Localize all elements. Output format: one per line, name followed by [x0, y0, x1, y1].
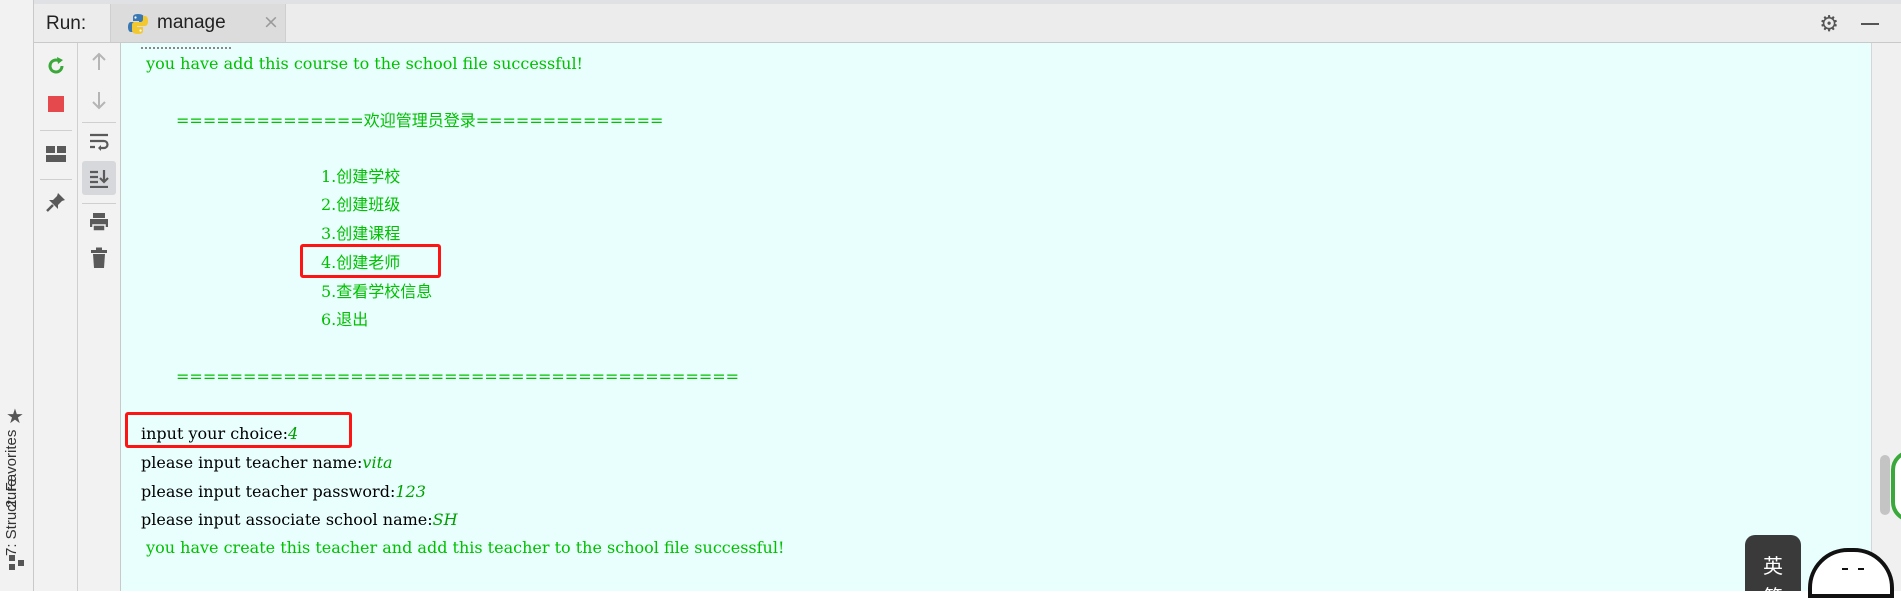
run-label: Run:	[46, 13, 87, 34]
teacher-password-value: 123	[395, 482, 426, 501]
close-tab-icon[interactable]: ×	[263, 11, 279, 33]
teacher-name-prompt: please input teacher name:	[141, 453, 363, 472]
menu-option-1: 1.创建学校	[321, 167, 401, 186]
highlight-box-option-4	[300, 244, 441, 278]
pin-icon[interactable]	[41, 187, 71, 217]
minimize-icon[interactable]	[1861, 23, 1879, 25]
menu-header-line: ==============欢迎管理员登录==============	[176, 111, 664, 130]
python-icon	[128, 14, 148, 34]
scrollbar-thumb[interactable]	[1880, 455, 1890, 515]
school-name-prompt: please input associate school name:	[141, 510, 433, 529]
run-toolbar-primary	[34, 43, 78, 591]
layout-icon[interactable]	[41, 139, 71, 169]
down-arrow-icon[interactable]	[84, 85, 114, 115]
school-name-line: please input associate school name:SH	[141, 510, 458, 530]
menu-option-6: 6.退出	[321, 310, 369, 329]
teacher-name-line: please input teacher name:vita	[141, 453, 393, 473]
soft-wrap-icon[interactable]	[84, 126, 114, 156]
toolbar-separator	[40, 130, 72, 131]
star-icon: ★	[6, 404, 24, 428]
run-tab-manage[interactable]: manage ×	[110, 4, 286, 42]
toolbar-separator	[82, 122, 116, 123]
ime-mode-english: 英	[1763, 554, 1783, 578]
teacher-password-line: please input teacher password:123	[141, 482, 426, 502]
toolbar-separator	[82, 203, 116, 204]
up-arrow-icon[interactable]	[84, 47, 114, 77]
trash-icon[interactable]	[84, 243, 114, 273]
ime-indicator[interactable]: 英 简	[1745, 535, 1801, 609]
run-toolwindow-header: Run: manage × ⚙	[34, 4, 1901, 43]
teacher-password-prompt: please input teacher password:	[141, 482, 396, 501]
gear-icon[interactable]: ⚙	[1819, 12, 1839, 37]
print-icon[interactable]	[84, 207, 114, 237]
ime-mode-simplified: 简	[1763, 585, 1783, 609]
menu-option-5: 5.查看学校信息	[321, 282, 433, 301]
clipped-previous-line	[141, 43, 231, 49]
scroll-to-end-icon[interactable]	[82, 161, 116, 195]
teacher-success-message: you have create this teacher and add thi…	[141, 538, 785, 557]
school-name-value: SH	[432, 510, 458, 529]
menu-footer-line: ========================================…	[176, 367, 740, 386]
toolbar-separator	[40, 179, 72, 180]
run-tab-label: manage	[157, 12, 226, 33]
menu-option-3: 3.创建课程	[321, 224, 401, 243]
menu-option-2: 2.创建班级	[321, 195, 401, 214]
structure-tab-label: 7: Structure	[3, 478, 20, 556]
highlight-box-choice	[125, 412, 352, 448]
course-success-message: you have add this course to the school f…	[141, 54, 583, 73]
stop-icon[interactable]	[41, 89, 71, 119]
teacher-name-value: vita	[362, 453, 393, 472]
console-output[interactable]: you have add this course to the school f…	[121, 43, 1871, 591]
run-toolbar-secondary	[78, 43, 121, 591]
structure-icon	[9, 555, 25, 571]
left-tool-strip: 2: Favorites ★ 7: Structure	[0, 0, 34, 591]
rerun-icon[interactable]	[41, 51, 71, 81]
edge-round-button[interactable]	[1891, 450, 1901, 522]
